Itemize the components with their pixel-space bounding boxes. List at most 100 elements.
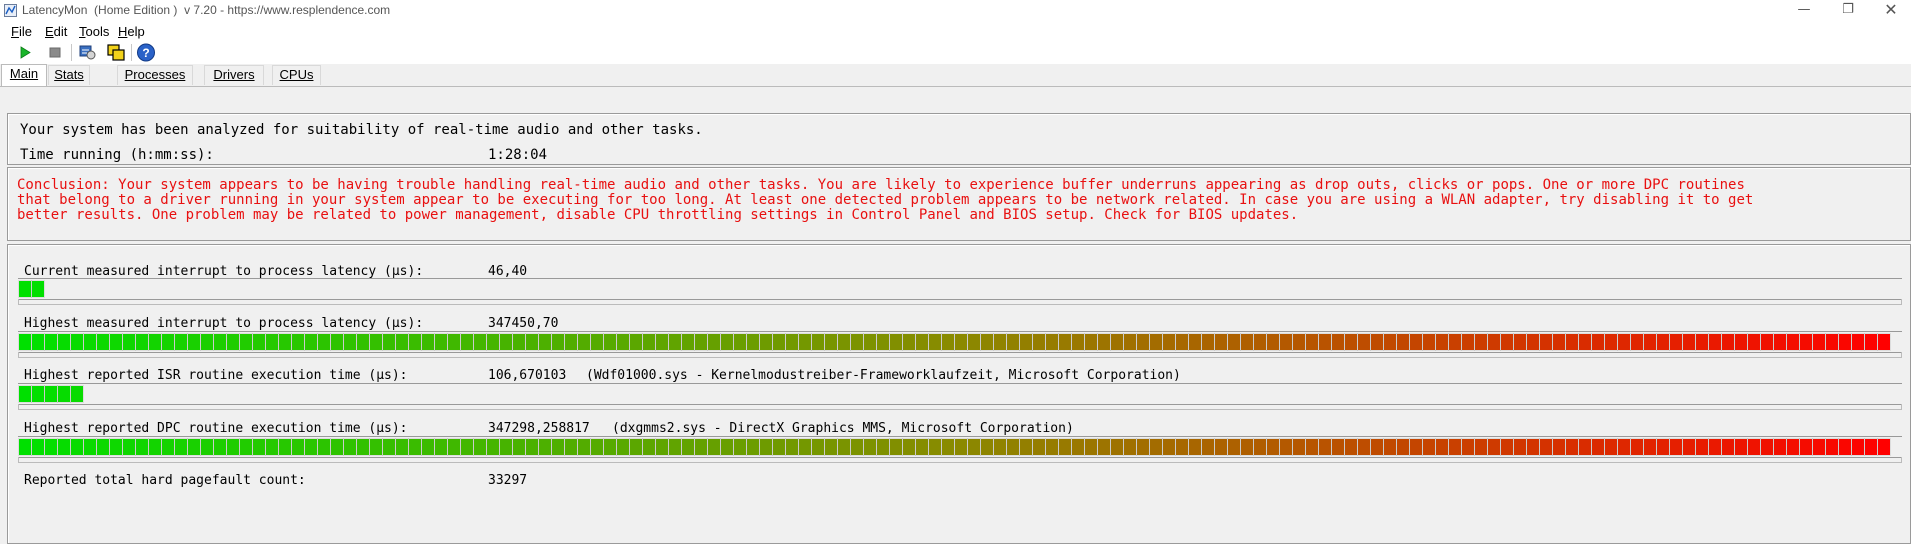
bar-segment [1136,333,1150,351]
bar-segment [1695,438,1709,456]
bar-segment [473,333,487,351]
bar-segment [954,438,968,456]
conclusion-line-2: that belong to a driver running in your … [17,192,1754,208]
windows-icon[interactable] [106,43,126,62]
bar-segment [1084,333,1098,351]
bar-segment [1825,333,1839,351]
bar-segment [603,438,617,456]
bar-segment [564,333,578,351]
bar-segment [616,333,630,351]
bar-segment [1279,333,1293,351]
bar-segment [1669,438,1683,456]
help-icon[interactable]: ? [136,43,156,62]
bar-segment [1773,438,1787,456]
bar-segment [538,333,552,351]
menu-tools[interactable]: Tools [79,24,109,39]
bar-segment [1448,438,1462,456]
bar-segment [1162,438,1176,456]
bar-segment [1318,333,1332,351]
bar-segment [1760,333,1774,351]
bar-segment [915,333,929,351]
bar-segment [1552,438,1566,456]
main-panel: Your system has been analyzed for suitab… [0,86,1911,544]
bar-segment [1526,333,1540,351]
bar-segment [746,438,760,456]
bar-segment [70,385,84,403]
bar-segment [408,333,422,351]
settings-icon[interactable] [78,43,98,62]
bar-segment [538,438,552,456]
bar-segment [993,333,1007,351]
tab-main[interactable]: Main [1,64,47,86]
conclusion-line-1: Conclusion: Your system appears to be ha… [17,177,1745,193]
bar-segment [746,333,760,351]
bar-segment [135,333,149,351]
bar-segment [382,333,396,351]
bar-segment [564,438,578,456]
bar-segment [18,280,32,298]
bar-segment [408,438,422,456]
bar-segment [1591,333,1605,351]
bar-segment [239,333,253,351]
tab-processes[interactable]: Processes [117,65,193,85]
bar-segment [551,438,565,456]
highest-isr-label: Highest reported ISR routine execution t… [24,368,408,383]
toolbar-separator [131,44,132,61]
bar-segment [1630,333,1644,351]
tab-stats[interactable]: Stats [48,65,90,85]
bar-segment [694,333,708,351]
menu-edit[interactable]: Edit [45,24,67,39]
bar-segment [226,333,240,351]
bar-segment [902,333,916,351]
bar-segment [447,333,461,351]
bar-segment [1487,438,1501,456]
close-button[interactable]: ✕ [1871,0,1911,22]
bar-segment [1630,438,1644,456]
bar-segment [1409,438,1423,456]
bar-segment [928,333,942,351]
bar-segment [1071,333,1085,351]
restore-button[interactable]: ❐ [1828,0,1868,22]
bar-segment [265,333,279,351]
bar-segment [1604,438,1618,456]
bar-segment [1864,333,1878,351]
highest-latency-bar [18,331,1902,358]
bar-segment [1838,333,1852,351]
menu-file[interactable]: File [11,24,32,39]
bar-segment [200,438,214,456]
bar-segment [1331,438,1345,456]
bar-segment [57,385,71,403]
bar-segment [1539,333,1553,351]
tab-cpus[interactable]: CPUs [272,65,321,85]
bar-segment [343,438,357,456]
bar-segment [265,438,279,456]
bar-segment [161,333,175,351]
bar-segment [772,438,786,456]
bar-segment [18,438,32,456]
bar-segment [590,438,604,456]
bar-segment [486,333,500,351]
bar-segment [317,333,331,351]
bar-segment [395,333,409,351]
bar-segment [577,333,591,351]
minimize-button[interactable]: — [1784,0,1824,22]
tab-drivers[interactable]: Drivers [204,65,264,85]
bar-segment [161,438,175,456]
bar-segment [1656,438,1670,456]
bar-segment [460,333,474,351]
bar-segment [577,438,591,456]
bar-segment [876,333,890,351]
bar-segment [1149,438,1163,456]
bar-segment [1643,438,1657,456]
bar-segment [1448,333,1462,351]
stop-icon[interactable] [45,43,65,62]
bar-segment [1045,333,1059,351]
bar-segment [1786,438,1800,456]
bar-segment [1214,438,1228,456]
play-icon[interactable] [15,43,35,62]
bar-segment [1292,333,1306,351]
metrics-box: Current measured interrupt to process la… [7,244,1911,544]
bar-segment [1617,333,1631,351]
menu-help[interactable]: Help [118,24,145,39]
bar-segment [811,333,825,351]
